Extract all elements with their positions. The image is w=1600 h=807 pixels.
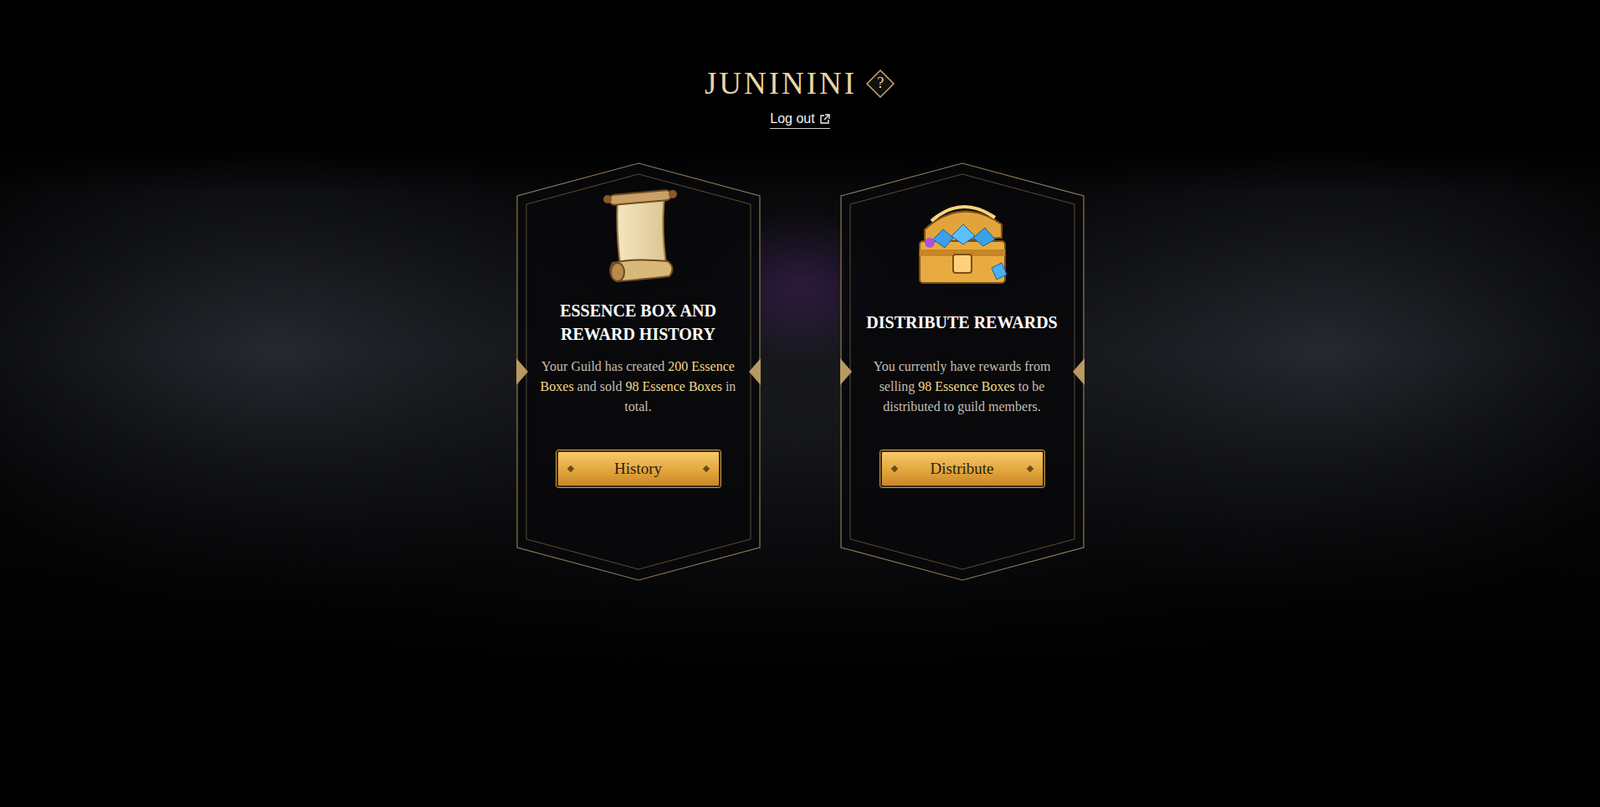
description-text: and sold: [574, 379, 626, 394]
ornament-icon: [702, 465, 709, 472]
treasure-chest-icon: [907, 187, 1017, 292]
logout-text: Log out: [769, 111, 815, 127]
guild-title: JUNININI: [704, 65, 857, 102]
card-description: Your Guild has created 200 Essence Boxes…: [538, 356, 739, 419]
scroll-icon: [584, 187, 693, 292]
card: DISTRIBUTE REWARDS You currently have rew…: [840, 162, 1085, 581]
title-row: JUNININI?: [704, 65, 896, 102]
description-text: Your Guild has created: [541, 358, 668, 374]
highlighted-count: 98 Essence Boxes: [917, 379, 1016, 394]
ornament-icon: [1025, 465, 1033, 472]
ornament-icon: [890, 465, 898, 472]
action-button[interactable]: Distribute: [880, 450, 1045, 488]
card-content: DISTRIBUTE REWARDS You currently have rew…: [861, 187, 1063, 488]
card-title: DISTRIBUTE REWARDS: [866, 297, 1057, 347]
external-link-icon: [819, 113, 831, 125]
card-title: ESSENCE BOX AND REWARD HISTORY: [538, 297, 739, 347]
card-list: ESSENCE BOX AND REWARD HISTORY Your Guild…: [516, 162, 1085, 581]
highlighted-count: 98 Essence Boxes: [625, 379, 723, 394]
arrow-right-icon: [838, 354, 856, 389]
ornament-icon: [566, 465, 574, 472]
card-content: ESSENCE BOX AND REWARD HISTORY Your Guild…: [538, 187, 739, 488]
button-label: Distribute: [930, 459, 995, 478]
logout-link[interactable]: Log out: [769, 111, 830, 129]
card-description: You currently have rewards from selling …: [861, 356, 1063, 419]
action-button[interactable]: History: [556, 450, 721, 488]
card: ESSENCE BOX AND REWARD HISTORY Your Guild…: [516, 162, 761, 581]
arrow-right-icon: [514, 354, 532, 389]
help-button[interactable]: ?: [865, 68, 896, 99]
button-label: History: [614, 459, 662, 478]
arrow-left-icon: [745, 354, 763, 389]
header: JUNININI? Log out: [704, 65, 896, 129]
help-text: ?: [876, 74, 884, 93]
arrow-left-icon: [1069, 354, 1087, 389]
